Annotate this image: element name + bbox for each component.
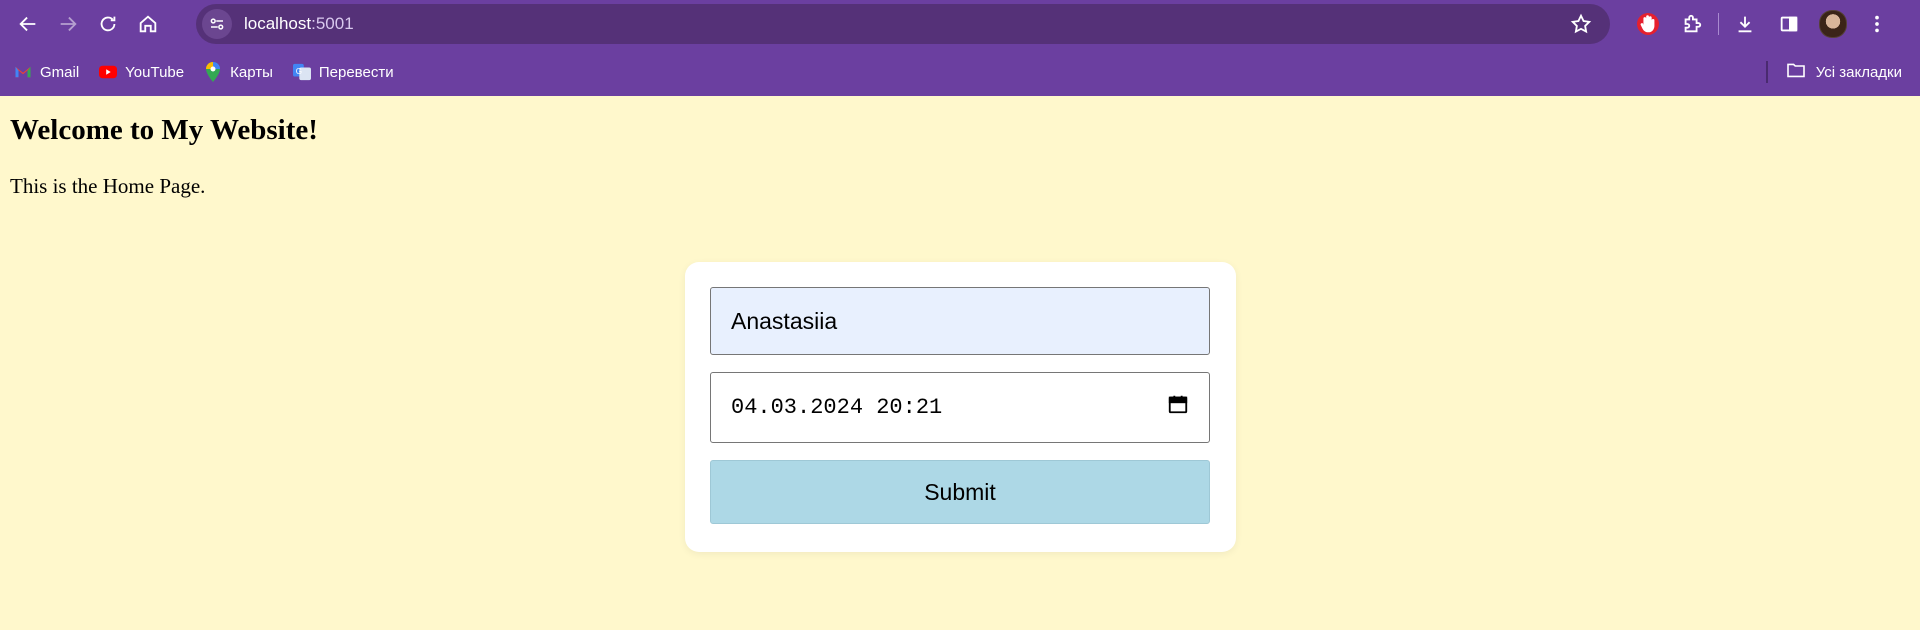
side-panel-icon: [1780, 16, 1798, 32]
datetime-input[interactable]: 04.03.2024 20:21: [710, 372, 1210, 443]
bookmarks-bar: Gmail YouTube Карты G Перевести Усі закл: [0, 48, 1920, 96]
bookmarks-divider: [1766, 61, 1768, 83]
arrow-left-icon: [19, 16, 36, 32]
toolbar-right: [1626, 4, 1899, 44]
home-icon: [139, 15, 157, 33]
translate-icon: G: [292, 63, 311, 81]
all-bookmarks-button[interactable]: Усі закладки: [1786, 62, 1902, 82]
home-button[interactable]: [128, 4, 168, 44]
side-panel-button[interactable]: [1767, 4, 1811, 44]
svg-text:G: G: [296, 67, 302, 76]
avatar: [1819, 10, 1847, 38]
page-subtitle: This is the Home Page.: [10, 174, 206, 198]
bookmark-star-button[interactable]: [1570, 13, 1592, 40]
address-bar[interactable]: localhost:5001: [196, 4, 1610, 44]
back-button[interactable]: [8, 4, 48, 44]
download-icon: [1738, 16, 1752, 33]
reload-icon: [100, 16, 116, 32]
menu-button[interactable]: [1855, 4, 1899, 44]
page-content: Welcome to My Website! This is the Home …: [0, 96, 1920, 630]
bookmark-maps[interactable]: Карты: [204, 62, 273, 82]
toolbar-divider: [1718, 13, 1719, 35]
profile-button[interactable]: [1811, 4, 1855, 44]
extensions-button[interactable]: [1670, 4, 1714, 44]
bookmark-gmail[interactable]: Gmail: [14, 63, 79, 81]
bookmark-label: Карты: [230, 63, 273, 81]
gmail-icon: [14, 63, 32, 81]
site-info-button[interactable]: [202, 9, 232, 39]
url-host: localhost: [244, 14, 312, 33]
bookmark-translate[interactable]: G Перевести: [292, 63, 394, 81]
datetime-input-value: 04.03.2024 20:21: [731, 395, 943, 420]
star-icon: [1570, 13, 1592, 34]
reload-button[interactable]: [88, 4, 128, 44]
browser-chrome: localhost:5001 Gmail YouTube Карты G Пер…: [0, 0, 1920, 96]
submit-button[interactable]: Submit: [710, 460, 1210, 524]
bookmark-youtube[interactable]: YouTube: [99, 63, 184, 81]
arrow-right-icon: [60, 16, 77, 32]
bookmark-label: Gmail: [40, 63, 80, 81]
maps-icon: [204, 62, 222, 82]
name-input-value: Anastasiia: [731, 307, 838, 334]
stop-hand-icon: [1637, 13, 1659, 35]
puzzle-icon: [1684, 14, 1702, 33]
url-port: :5001: [311, 14, 354, 33]
tune-icon: [210, 18, 224, 30]
calendar-icon[interactable]: [1167, 393, 1189, 422]
forward-button[interactable]: [48, 4, 88, 44]
folder-icon: [1786, 62, 1806, 82]
bookmark-label: Перевести: [318, 63, 394, 81]
downloads-button[interactable]: [1723, 4, 1767, 44]
browser-toolbar: localhost:5001: [0, 0, 1920, 48]
extension-adblock-button[interactable]: [1626, 4, 1670, 44]
youtube-icon: [99, 63, 118, 81]
url-text: localhost:5001: [244, 14, 354, 34]
page-title: Welcome to My Website!: [10, 114, 318, 146]
name-input[interactable]: Anastasiia: [710, 287, 1210, 355]
more-vert-icon: [1875, 15, 1879, 33]
form-card: Anastasiia 04.03.2024 20:21 Submit: [685, 262, 1236, 552]
bookmark-label: YouTube: [125, 63, 185, 81]
all-bookmarks-label: Усі закладки: [1815, 63, 1902, 81]
